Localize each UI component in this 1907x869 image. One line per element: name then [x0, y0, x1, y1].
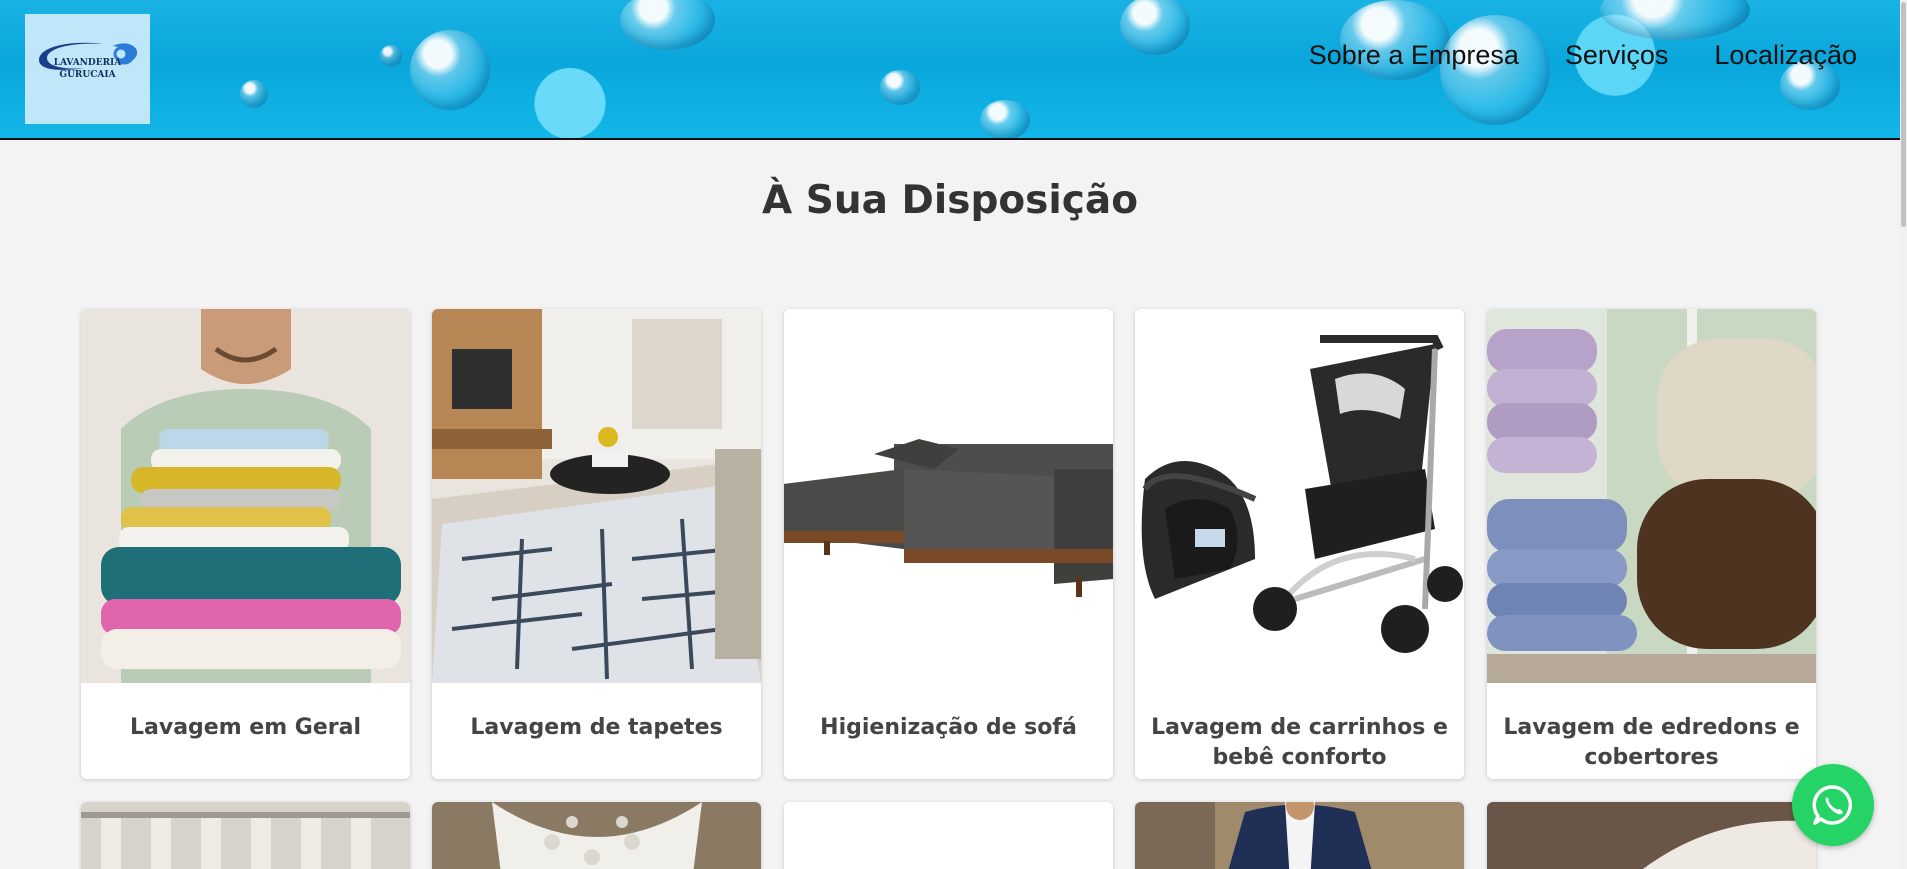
logo-line-1: LAVANDERIA: [53, 58, 122, 68]
section-title: À Sua Disposição: [762, 178, 1138, 223]
folded-clothes-image: [81, 309, 410, 683]
service-caption: Lavagem de edredons e cobertores: [1503, 715, 1800, 770]
living-room-rug-image: [432, 309, 761, 683]
wedding-dress-image: [432, 802, 761, 869]
service-card-row2-4[interactable]: [1135, 802, 1464, 869]
water-bubble: [240, 80, 268, 108]
folded-blankets-image: [1487, 309, 1816, 683]
logo-line-2: GURUCAIA: [59, 70, 116, 80]
blank-image: [784, 802, 1113, 869]
service-caption: Lavagem de tapetes: [470, 715, 723, 740]
service-card-higienizacao-de-sofa[interactable]: Higienização de sofá: [784, 309, 1113, 779]
nav-localizacao[interactable]: Localização: [1714, 40, 1857, 71]
service-card-lavagem-de-edredons[interactable]: Lavagem de edredons e cobertores: [1487, 309, 1816, 779]
site-header: LAVANDERIA GURUCAIA Sobre a Empresa Serv…: [0, 0, 1900, 140]
service-caption: Lavagem em Geral: [129, 715, 362, 740]
logo-text: LAVANDERIA GURUCAIA: [54, 57, 122, 81]
fabric-image: [1487, 802, 1816, 869]
water-bubble: [380, 45, 402, 67]
water-bubble: [880, 70, 920, 105]
water-bubble: [620, 0, 715, 50]
service-card-row2-3[interactable]: [784, 802, 1113, 869]
water-bubble: [1120, 0, 1190, 55]
page: LAVANDERIA GURUCAIA Sobre a Empresa Serv…: [0, 0, 1900, 869]
logo[interactable]: LAVANDERIA GURUCAIA: [25, 14, 150, 124]
service-card-row2-5[interactable]: [1487, 802, 1816, 869]
service-card-row2-1[interactable]: [81, 802, 410, 869]
stroller-and-car-seat-image: [1135, 309, 1464, 683]
service-caption: Higienização de sofá: [820, 715, 1077, 740]
service-card-lavagem-de-tapetes[interactable]: Lavagem de tapetes: [432, 309, 761, 779]
whatsapp-button[interactable]: [1792, 764, 1874, 846]
service-card-lavagem-de-carrinhos[interactable]: Lavagem de carrinhos e bebê conforto: [1135, 309, 1464, 779]
water-bubble: [1600, 0, 1750, 40]
service-caption: Lavagem de carrinhos e bebê conforto: [1151, 715, 1448, 770]
scrollbar-thumb[interactable]: [1901, 2, 1906, 227]
main-nav: Sobre a Empresa Serviços Localização: [1309, 40, 1857, 71]
water-bubble: [980, 100, 1030, 138]
nav-sobre-a-empresa[interactable]: Sobre a Empresa: [1309, 40, 1519, 71]
whatsapp-icon: [1812, 785, 1853, 825]
nav-servicos[interactable]: Serviços: [1565, 40, 1669, 71]
curtains-image: [81, 802, 410, 869]
service-card-lavagem-em-geral[interactable]: Lavagem em Geral: [81, 309, 410, 779]
water-bubble: [410, 30, 490, 110]
page-scrollbar[interactable]: [1900, 0, 1907, 869]
man-in-suit-image: [1135, 802, 1464, 869]
grey-sofa-image: [784, 309, 1113, 683]
service-card-row2-2[interactable]: [432, 802, 761, 869]
